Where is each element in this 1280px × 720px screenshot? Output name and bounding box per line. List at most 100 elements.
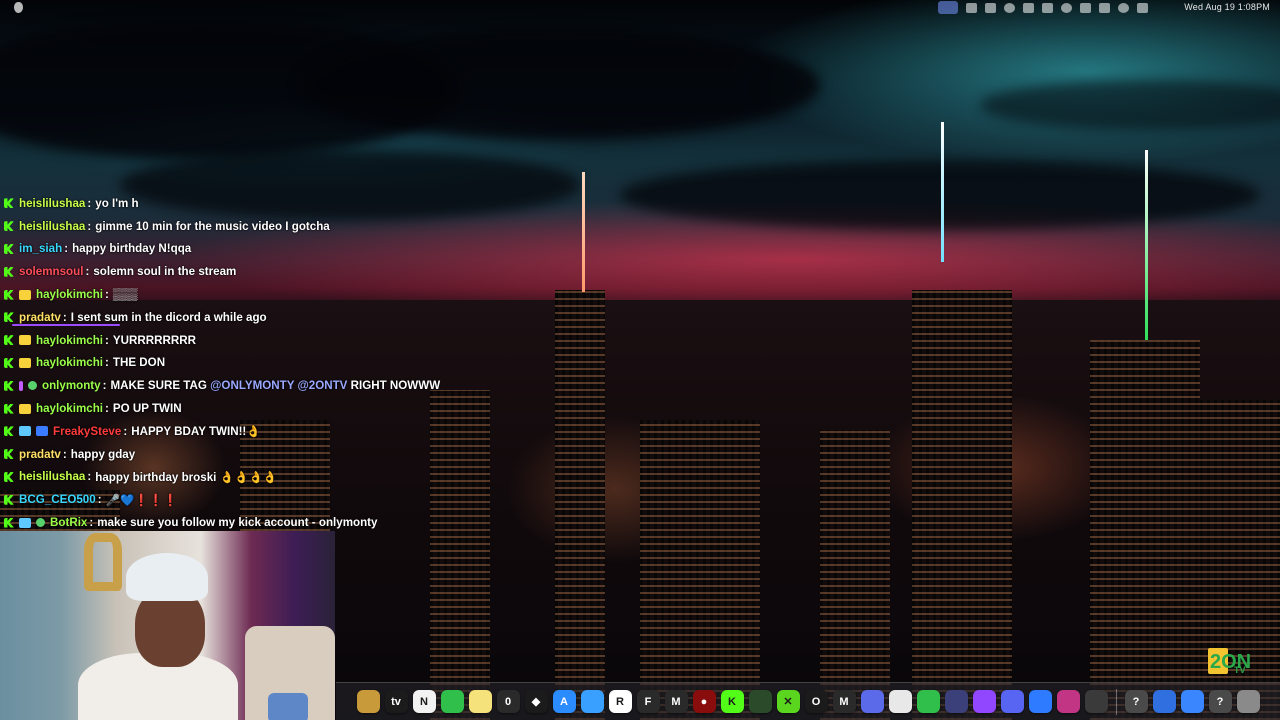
mail-m-icon[interactable]: M	[832, 690, 856, 713]
chat-message: onlymonty: MAKE SURE TAG @ONLYMONTY @2ONT…	[4, 374, 474, 397]
sub-badge-icon	[19, 357, 31, 368]
discord-bot-icon[interactable]	[860, 690, 884, 713]
obs-icon[interactable]: O	[804, 690, 828, 713]
clover-icon[interactable]: ✕	[776, 690, 800, 713]
chat-username[interactable]: heislilushaa	[19, 470, 85, 483]
roblox-icon[interactable]: R	[608, 690, 632, 713]
dock-divider	[1115, 688, 1117, 715]
finder-icon[interactable]	[356, 690, 380, 713]
webcam-feed	[0, 531, 335, 720]
chat-mention[interactable]: @ONLYMONTY @2ONTV	[210, 379, 347, 392]
kick-badge-icon	[4, 335, 14, 346]
apple-menu-icon[interactable]	[14, 2, 23, 13]
chat-separator: :	[87, 470, 92, 484]
chat-username[interactable]: solemnsoul	[19, 265, 83, 278]
apple-tv-icon[interactable]: tv	[384, 690, 408, 713]
chat-message: haylokimchi: ▒▒▒	[4, 283, 474, 306]
kick-badge-icon	[4, 517, 14, 528]
battery-icon[interactable]	[1080, 2, 1091, 13]
discord-icon[interactable]	[1000, 690, 1024, 713]
font-app-icon[interactable]: F	[636, 690, 660, 713]
kick-badge-icon	[4, 494, 14, 505]
kick-badge-icon	[4, 380, 14, 391]
chat-username[interactable]: haylokimchi	[36, 402, 103, 415]
chat-username[interactable]: im_siah	[19, 242, 62, 255]
chat-text: MAKE SURE TAG	[110, 379, 211, 393]
chat-username[interactable]: haylokimchi	[36, 356, 103, 369]
sub-badge-icon	[19, 335, 31, 346]
empire-state-building	[555, 290, 605, 720]
kick-icon[interactable]: K	[720, 690, 744, 713]
display-icon[interactable]	[1023, 2, 1034, 13]
chrome-icon[interactable]	[888, 690, 912, 713]
search-icon[interactable]	[1118, 2, 1129, 13]
chat-username[interactable]: haylokimchi	[36, 334, 103, 347]
instagram-icon[interactable]	[1056, 690, 1080, 713]
chat-username[interactable]: BCG_CEO500	[19, 493, 96, 506]
spire	[1145, 150, 1148, 340]
menu-bar-status-icons	[938, 1, 1148, 14]
globe-icon[interactable]	[1152, 690, 1176, 713]
chat-message: heislilushaa: happy birthday broski 👌👌👌👌	[4, 466, 474, 489]
chat-message: heislilushaa: gimme 10 min for the music …	[4, 215, 474, 238]
chat-text: happy birthday N!qqa	[72, 242, 192, 256]
numbers-icon[interactable]	[440, 690, 464, 713]
counter-icon[interactable]: 0	[496, 690, 520, 713]
chat-username[interactable]: onlymonty	[42, 379, 101, 392]
streamer-app-icon[interactable]	[748, 690, 772, 713]
chat-text: I sent sum in the dicord a while ago	[70, 310, 267, 324]
chat-separator: :	[105, 333, 109, 347]
building	[820, 430, 890, 720]
discord-dark-icon[interactable]	[944, 690, 968, 713]
camera-icon[interactable]	[966, 2, 977, 13]
kick-green-icon[interactable]	[916, 690, 940, 713]
kick-badge-icon	[4, 403, 14, 414]
moon-icon[interactable]	[1004, 2, 1015, 13]
screen-share-icon[interactable]	[938, 1, 958, 14]
chat-message: FreakySteve: HAPPY BDAY TWIN!!👌	[4, 420, 474, 443]
menu-bar-clock[interactable]: Wed Aug 19 1:08PM	[1184, 2, 1270, 12]
play-icon[interactable]	[1061, 2, 1072, 13]
kick-badge-icon	[4, 221, 14, 232]
globe-2-icon[interactable]	[1180, 690, 1204, 713]
chat-text: ▒▒▒	[112, 288, 138, 302]
control-center-icon[interactable]	[1137, 2, 1148, 13]
app-store-icon[interactable]: A	[552, 690, 576, 713]
wifi-icon[interactable]	[1099, 2, 1110, 13]
chat-username[interactable]: heislilushaa	[19, 197, 85, 210]
preview-icon[interactable]	[580, 690, 604, 713]
news-icon[interactable]: N	[412, 690, 436, 713]
chat-separator: :	[89, 516, 94, 530]
trash-icon[interactable]	[1236, 690, 1260, 713]
record-icon[interactable]: ●	[692, 690, 716, 713]
pip-icon[interactable]	[985, 2, 996, 13]
chat-message: pradatv: happy gday	[4, 443, 474, 466]
number-balloon	[84, 533, 122, 591]
capcut-icon[interactable]: ◆	[524, 690, 548, 713]
chat-username[interactable]: BotRix	[50, 516, 87, 529]
chat-username[interactable]: pradatv	[19, 448, 61, 461]
twitch-icon[interactable]	[972, 690, 996, 713]
chat-username[interactable]: haylokimchi	[36, 288, 103, 301]
og-badge-icon	[19, 426, 31, 437]
chat-username[interactable]: FreakySteve	[53, 425, 121, 438]
chat-text: RIGHT NOWWW	[347, 379, 441, 393]
chat-username[interactable]: heislilushaa	[19, 220, 85, 233]
bluetooth-icon[interactable]	[1028, 690, 1052, 713]
chat-separator: :	[105, 288, 109, 302]
cloud	[300, 30, 820, 140]
chat-separator: :	[85, 265, 90, 279]
logo-sub: TV	[1234, 665, 1246, 675]
chat-separator: :	[87, 196, 92, 210]
spire	[941, 122, 944, 262]
metamask-icon[interactable]: M	[664, 690, 688, 713]
chat-separator: :	[97, 493, 102, 507]
window-icon[interactable]	[1042, 2, 1053, 13]
chat-username[interactable]: pradatv	[19, 311, 61, 324]
notes-icon[interactable]	[468, 690, 492, 713]
chat-text: PO UP TWIN	[112, 402, 182, 416]
help-icon[interactable]: ?	[1124, 690, 1148, 713]
help-2-icon[interactable]: ?	[1208, 690, 1232, 713]
activity-monitor-icon[interactable]	[1084, 690, 1108, 713]
dock: tv N 0 ◆ A R F M ● K ✕ O M??	[336, 682, 1280, 720]
